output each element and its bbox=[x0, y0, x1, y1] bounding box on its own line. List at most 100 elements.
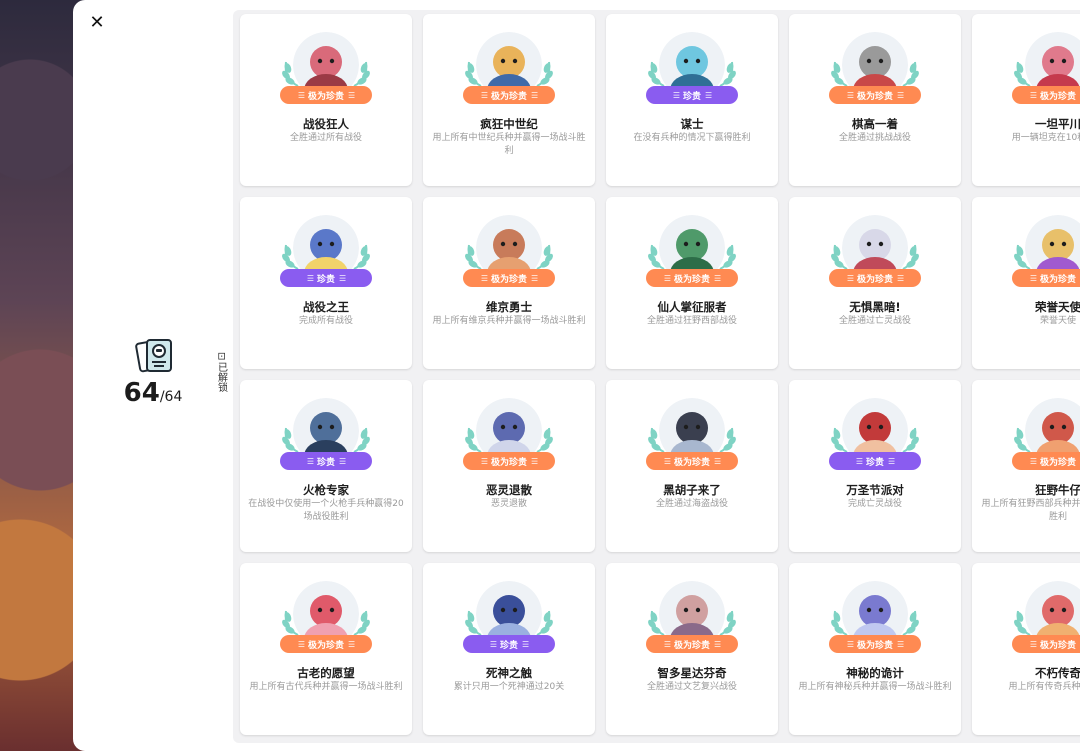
rarity-label: 珍贵 bbox=[316, 457, 335, 468]
rarity-badge: ☰ 珍贵 ☰ bbox=[280, 269, 372, 287]
achievement-title: 战役狂人 bbox=[303, 117, 349, 131]
achievement-title: 火枪专家 bbox=[303, 483, 349, 497]
rarity-badge: ☰ 极为珍贵 ☰ bbox=[1012, 635, 1080, 653]
achievement-title: 死神之触 bbox=[486, 666, 532, 680]
badge-stripes-icon: ☰ bbox=[480, 456, 488, 466]
achievement-title: 恶灵退散 bbox=[486, 483, 532, 497]
rarity-badge: ☰ 极为珍贵 ☰ bbox=[829, 635, 921, 653]
rarity-label: 极为珍贵 bbox=[490, 91, 527, 102]
badge-stripes-icon: ☰ bbox=[1029, 639, 1037, 649]
achievement-title: 智多星达芬奇 bbox=[657, 666, 727, 680]
achievement-title: 荣誉天使 bbox=[1035, 300, 1080, 314]
badge-stripes-icon: ☰ bbox=[480, 273, 488, 283]
rarity-label: 极为珍贵 bbox=[856, 91, 893, 102]
badge-stripes-icon: ☰ bbox=[897, 273, 904, 283]
achievement-card[interactable]: ☰ 极为珍贵 ☰ 一坦平川 用一辆坦克在10秒内赢 bbox=[972, 14, 1080, 186]
achievement-title: 不朽传奇 bbox=[1035, 666, 1080, 680]
achievement-description: 完成所有战役 bbox=[298, 316, 353, 326]
lock-open-icon: ⊡ bbox=[215, 352, 227, 361]
achievement-card[interactable]: ☰ 极为珍贵 ☰ 古老的愿望 用上所有古代兵种并赢得一场战斗胜利 bbox=[240, 563, 412, 735]
achievement-description: 用上所有中世纪兵种并赢得一场战斗胜利 bbox=[432, 133, 586, 156]
badge-stripes-icon: ☰ bbox=[348, 90, 355, 100]
rarity-label: 极为珍贵 bbox=[307, 91, 344, 102]
achievement-title: 狂野牛仔 bbox=[1035, 483, 1080, 497]
achievement-description: 用一辆坦克在10秒内赢 bbox=[1011, 133, 1080, 143]
achievement-description: 用上所有神秘兵种并赢得一场战斗胜利 bbox=[798, 682, 952, 692]
achievements-panel: ✕ 64/64 ⊡ 已解锁 ☰ 极为珍贵 ☰ 战役狂人 全胜通过所有战役 ☰ 极… bbox=[73, 0, 1080, 751]
achievement-card[interactable]: ☰ 极为珍贵 ☰ 战役狂人 全胜通过所有战役 bbox=[240, 14, 412, 186]
badge-stripes-icon: ☰ bbox=[846, 273, 854, 283]
achievement-card[interactable]: ☰ 极为珍贵 ☰ 无惧黑暗! 全胜通过亡灵战役 bbox=[789, 197, 961, 369]
rarity-badge: ☰ 极为珍贵 ☰ bbox=[280, 86, 372, 104]
achievement-description: 在战役中仅使用一个火枪手兵种赢得20场战役胜利 bbox=[248, 499, 404, 522]
rarity-label: 极为珍贵 bbox=[673, 640, 710, 651]
achievement-description: 用上所有狂野西部兵种并赢得一场战斗胜利 bbox=[981, 499, 1080, 522]
badge-stripes-icon: ☰ bbox=[1029, 456, 1037, 466]
rarity-badge: ☰ 极为珍贵 ☰ bbox=[280, 635, 372, 653]
badge-stripes-icon: ☰ bbox=[489, 639, 497, 649]
badge-stripes-icon: ☰ bbox=[1029, 90, 1037, 100]
rarity-label: 极为珍贵 bbox=[856, 274, 893, 285]
badge-stripes-icon: ☰ bbox=[663, 456, 671, 466]
achievement-card[interactable]: ☰ 极为珍贵 ☰ 仙人掌征服者 全胜通过狂野西部战役 bbox=[606, 197, 778, 369]
rarity-label: 极为珍贵 bbox=[1039, 640, 1076, 651]
rarity-badge: ☰ 珍贵 ☰ bbox=[463, 635, 555, 653]
badge-stripes-icon: ☰ bbox=[855, 456, 863, 466]
achievement-card[interactable]: ☰ 极为珍贵 ☰ 维京勇士 用上所有维京兵种并赢得一场战斗胜利 bbox=[423, 197, 595, 369]
achievement-card[interactable]: ☰ 珍贵 ☰ 战役之王 完成所有战役 bbox=[240, 197, 412, 369]
achievement-cards-icon bbox=[135, 338, 172, 374]
achievement-description: 完成亡灵战役 bbox=[847, 499, 902, 509]
unlocked-count: 64/64 bbox=[123, 378, 183, 408]
badge-stripes-icon: ☰ bbox=[672, 90, 680, 100]
rarity-badge: ☰ 珍贵 ☰ bbox=[829, 452, 921, 470]
rarity-label: 极为珍贵 bbox=[1039, 457, 1076, 468]
rarity-label: 极为珍贵 bbox=[490, 274, 527, 285]
rarity-label: 极为珍贵 bbox=[673, 274, 710, 285]
rarity-badge: ☰ 极为珍贵 ☰ bbox=[646, 269, 738, 287]
rarity-label: 极为珍贵 bbox=[673, 457, 710, 468]
achievement-summary: 64/64 bbox=[118, 338, 188, 412]
badge-stripes-icon: ☰ bbox=[714, 456, 721, 466]
rarity-badge: ☰ 珍贵 ☰ bbox=[280, 452, 372, 470]
achievement-title: 战役之王 bbox=[303, 300, 349, 314]
achievement-description: 全胜通过海盗战役 bbox=[655, 499, 728, 509]
badge-stripes-icon: ☰ bbox=[339, 456, 346, 466]
achievement-card[interactable]: ☰ 极为珍贵 ☰ 智多星达芬奇 全胜通过文艺复兴战役 bbox=[606, 563, 778, 735]
achievement-description: 恶灵退散 bbox=[490, 499, 527, 509]
achievement-card[interactable]: ☰ 极为珍贵 ☰ 狂野牛仔 用上所有狂野西部兵种并赢得一场战斗胜利 bbox=[972, 380, 1080, 552]
achievement-card[interactable]: ☰ 珍贵 ☰ 谋士 在没有兵种的情况下赢得胜利 bbox=[606, 14, 778, 186]
rarity-badge: ☰ 极为珍贵 ☰ bbox=[1012, 269, 1080, 287]
achievement-title: 棋高一着 bbox=[852, 117, 898, 131]
unlocked-filter-label[interactable]: ⊡ 已解锁 bbox=[215, 352, 227, 392]
rarity-badge: ☰ 极为珍贵 ☰ bbox=[463, 452, 555, 470]
achievement-card[interactable]: ☰ 珍贵 ☰ 火枪专家 在战役中仅使用一个火枪手兵种赢得20场战役胜利 bbox=[240, 380, 412, 552]
achievement-card[interactable]: ☰ 极为珍贵 ☰ 棋高一着 全胜通过挑战战役 bbox=[789, 14, 961, 186]
rarity-label: 珍贵 bbox=[499, 640, 518, 651]
achievement-title: 谋士 bbox=[680, 117, 704, 131]
rarity-badge: ☰ 极为珍贵 ☰ bbox=[829, 86, 921, 104]
achievement-description: 全胜通过挑战战役 bbox=[838, 133, 911, 143]
achievement-card[interactable]: ☰ 珍贵 ☰ 万圣节派对 完成亡灵战役 bbox=[789, 380, 961, 552]
achievement-card[interactable]: ☰ 珍贵 ☰ 死神之触 累计只用一个死神通过20关 bbox=[423, 563, 595, 735]
achievement-description: 全胜通过所有战役 bbox=[289, 133, 362, 143]
achievement-card[interactable]: ☰ 极为珍贵 ☰ 疯狂中世纪 用上所有中世纪兵种并赢得一场战斗胜利 bbox=[423, 14, 595, 186]
rarity-badge: ☰ 珍贵 ☰ bbox=[646, 86, 738, 104]
achievement-card[interactable]: ☰ 极为珍贵 ☰ 荣誉天使 荣誉天使 bbox=[972, 197, 1080, 369]
achievement-card[interactable]: ☰ 极为珍贵 ☰ 恶灵退散 恶灵退散 bbox=[423, 380, 595, 552]
rarity-label: 极为珍贵 bbox=[1039, 91, 1076, 102]
badge-stripes-icon: ☰ bbox=[705, 90, 712, 100]
achievement-card[interactable]: ☰ 极为珍贵 ☰ 不朽传奇 用上所有传奇兵种并赢得 bbox=[972, 563, 1080, 735]
achievement-description: 在没有兵种的情况下赢得胜利 bbox=[633, 133, 751, 143]
achievements-grid-container: ☰ 极为珍贵 ☰ 战役狂人 全胜通过所有战役 ☰ 极为珍贵 ☰ 疯狂中世纪 用上… bbox=[233, 10, 1080, 743]
close-icon[interactable]: ✕ bbox=[87, 12, 107, 33]
achievement-card[interactable]: ☰ 极为珍贵 ☰ 神秘的诡计 用上所有神秘兵种并赢得一场战斗胜利 bbox=[789, 563, 961, 735]
achievement-description: 用上所有古代兵种并赢得一场战斗胜利 bbox=[249, 682, 403, 692]
badge-stripes-icon: ☰ bbox=[714, 639, 721, 649]
achievement-title: 古老的愿望 bbox=[297, 666, 355, 680]
rarity-badge: ☰ 极为珍贵 ☰ bbox=[646, 452, 738, 470]
achievement-card[interactable]: ☰ 极为珍贵 ☰ 黑胡子来了 全胜通过海盗战役 bbox=[606, 380, 778, 552]
achievement-description: 全胜通过文艺复兴战役 bbox=[646, 682, 737, 692]
badge-stripes-icon: ☰ bbox=[306, 456, 314, 466]
achievement-description: 用上所有维京兵种并赢得一场战斗胜利 bbox=[432, 316, 586, 326]
achievement-title: 维京勇士 bbox=[486, 300, 532, 314]
